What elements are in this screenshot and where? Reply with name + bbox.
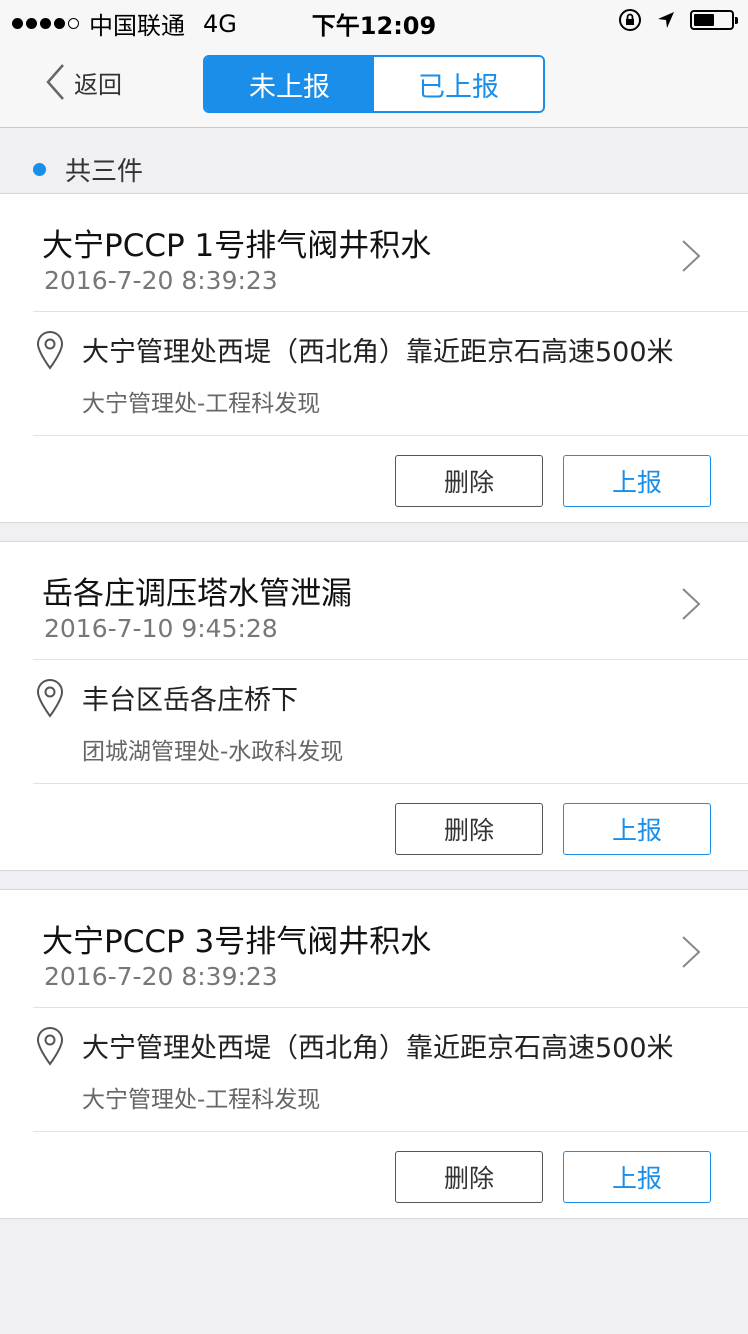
report-button[interactable]: 上报 — [563, 455, 711, 507]
delete-button[interactable]: 删除 — [395, 803, 543, 855]
report-department: 大宁管理处-工程科发现 — [82, 1087, 321, 1113]
location-arrow-icon — [658, 12, 674, 28]
report-datetime: 2016-7-10 9:45:28 — [44, 614, 278, 643]
report-card: 大宁PCCP 1号排气阀井积水 2016-7-20 8:39:23 大宁管理处西… — [0, 193, 748, 523]
battery-icon — [690, 10, 738, 30]
tab-unreported[interactable]: 未上报 — [205, 57, 374, 111]
bullet-dot-icon — [33, 162, 46, 176]
location-pin-icon — [36, 678, 64, 718]
tab-reported[interactable]: 已上报 — [374, 57, 543, 111]
divider — [33, 1131, 748, 1132]
divider — [33, 659, 748, 660]
report-button[interactable]: 上报 — [563, 803, 711, 855]
report-title: 岳各庄调压塔水管泄漏 — [42, 576, 352, 612]
report-button[interactable]: 上报 — [563, 1151, 711, 1203]
divider — [33, 435, 748, 436]
status-right — [618, 8, 738, 32]
chevron-right-icon — [682, 240, 701, 272]
chevron-right-icon — [682, 588, 701, 620]
item-count-text: 共三件 — [65, 156, 144, 187]
chevron-left-icon — [46, 64, 64, 100]
report-card: 大宁PCCP 3号排气阀井积水 2016-7-20 8:39:23 大宁管理处西… — [0, 889, 748, 1219]
delete-button[interactable]: 删除 — [395, 1151, 543, 1203]
divider — [33, 1007, 748, 1008]
report-datetime: 2016-7-20 8:39:23 — [44, 962, 278, 991]
report-location: 丰台区岳各庄桥下 — [82, 685, 298, 716]
report-location: 大宁管理处西堤（西北角）靠近距京石高速500米 — [82, 337, 674, 368]
report-title: 大宁PCCP 3号排气阀井积水 — [42, 924, 432, 960]
report-location: 大宁管理处西堤（西北角）靠近距京石高速500米 — [82, 1033, 674, 1064]
nav-bar: 返回 未上报 已上报 — [0, 40, 748, 128]
location-pin-icon — [36, 1026, 64, 1066]
back-button[interactable]: 返回 — [44, 62, 122, 102]
report-datetime: 2016-7-20 8:39:23 — [44, 266, 278, 295]
orientation-lock-icon — [619, 9, 641, 31]
status-bar: 中国联通 4G 下午12:09 — [0, 0, 748, 40]
divider — [33, 311, 748, 312]
divider — [33, 783, 748, 784]
report-department: 大宁管理处-工程科发现 — [82, 391, 321, 417]
delete-button[interactable]: 删除 — [395, 455, 543, 507]
chevron-right-icon — [682, 936, 701, 968]
item-count-header: 共三件 — [0, 146, 748, 192]
back-label: 返回 — [74, 70, 122, 99]
report-title: 大宁PCCP 1号排气阀井积水 — [42, 228, 432, 264]
report-department: 团城湖管理处-水政科发现 — [82, 739, 344, 765]
report-status-segmented-control: 未上报 已上报 — [203, 55, 545, 113]
location-pin-icon — [36, 330, 64, 370]
report-card: 岳各庄调压塔水管泄漏 2016-7-10 9:45:28 丰台区岳各庄桥下 团城… — [0, 541, 748, 871]
